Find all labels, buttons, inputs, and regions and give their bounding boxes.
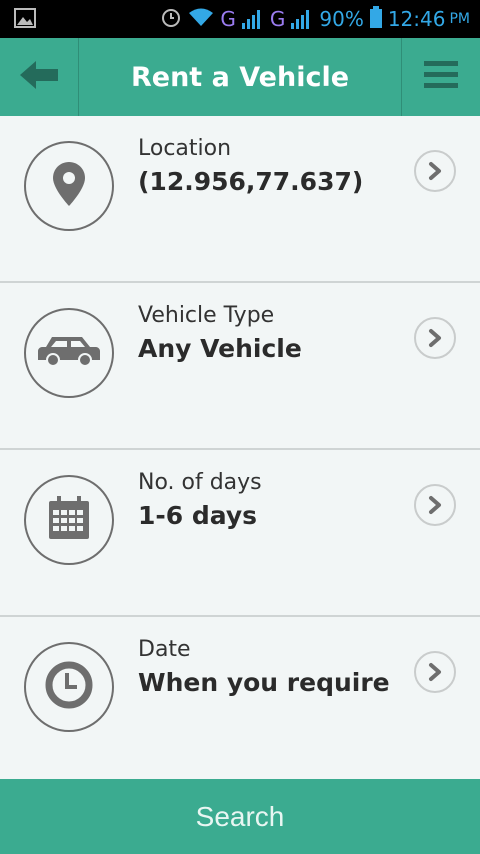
hamburger-menu-icon bbox=[424, 61, 458, 93]
back-button[interactable] bbox=[0, 38, 79, 116]
signal-icon-2 bbox=[291, 9, 313, 29]
chevron-right-icon[interactable] bbox=[414, 317, 456, 359]
row-location[interactable]: Location (12.956,77.637) bbox=[0, 116, 480, 283]
row-vehicle-type[interactable]: Vehicle Type Any Vehicle bbox=[0, 283, 480, 450]
battery-icon bbox=[369, 5, 382, 33]
app-header: Rent a Vehicle bbox=[0, 38, 480, 116]
network-type-1: G bbox=[220, 7, 236, 31]
alarm-icon bbox=[160, 6, 182, 33]
arrow-left-icon bbox=[18, 59, 60, 95]
car-icon bbox=[38, 333, 100, 373]
page-title: Rent a Vehicle bbox=[130, 61, 350, 93]
row-label: Vehicle Type bbox=[138, 303, 275, 328]
chevron-right-icon[interactable] bbox=[414, 150, 456, 192]
clock-icon bbox=[45, 661, 93, 713]
location-icon-circle bbox=[24, 141, 114, 231]
battery-percent: 90% bbox=[319, 7, 364, 31]
signal-icon bbox=[241, 9, 264, 29]
days-icon-circle bbox=[24, 475, 114, 565]
chevron-right-icon[interactable] bbox=[414, 484, 456, 526]
date-icon-circle bbox=[24, 642, 114, 732]
chevron-right-icon[interactable] bbox=[414, 651, 456, 693]
row-label: No. of days bbox=[138, 470, 262, 495]
row-value: 1-6 days bbox=[138, 501, 258, 530]
clock-ampm: PM bbox=[449, 11, 470, 27]
row-value: When you require bbox=[138, 668, 390, 697]
map-pin-icon bbox=[52, 161, 86, 211]
row-value: (12.956,77.637) bbox=[138, 167, 364, 196]
row-number-of-days[interactable]: No. of days 1-6 days bbox=[0, 450, 480, 617]
menu-button[interactable] bbox=[401, 38, 480, 116]
image-notification-icon bbox=[14, 8, 36, 32]
row-label: Location bbox=[138, 136, 232, 161]
wifi-icon bbox=[188, 7, 214, 32]
calendar-icon bbox=[48, 496, 90, 544]
status-bar: G G 90% 12:46 PM bbox=[0, 0, 480, 38]
network-type-2: G bbox=[269, 7, 286, 31]
options-list: Location (12.956,77.637) Vehicle Type An… bbox=[0, 116, 480, 782]
row-label: Date bbox=[138, 637, 191, 662]
vehicle-icon-circle bbox=[24, 308, 114, 398]
search-button[interactable]: Search bbox=[0, 779, 480, 854]
row-date[interactable]: Date When you require bbox=[0, 617, 480, 782]
clock-time: 12:46 bbox=[387, 7, 446, 31]
row-value: Any Vehicle bbox=[138, 334, 302, 363]
